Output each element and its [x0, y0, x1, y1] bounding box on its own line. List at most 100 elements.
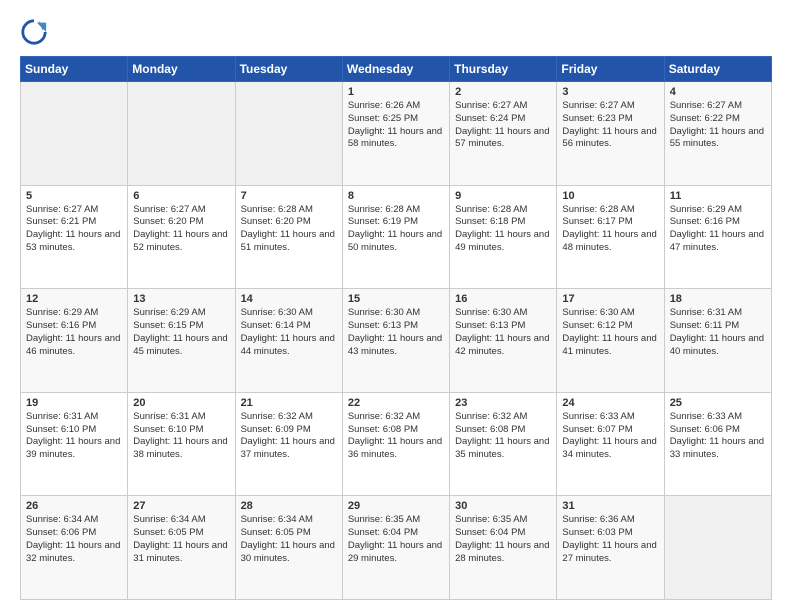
calendar-cell: 5Sunrise: 6:27 AMSunset: 6:21 PMDaylight… — [21, 185, 128, 289]
sunrise-text: Sunrise: 6:34 AM — [133, 514, 205, 525]
daylight-text: Daylight: 11 hours and 46 minutes. — [26, 333, 120, 357]
sunrise-text: Sunrise: 6:30 AM — [455, 307, 527, 318]
weekday-saturday: Saturday — [664, 57, 771, 82]
sunset-text: Sunset: 6:04 PM — [348, 527, 418, 538]
cell-content: Sunrise: 6:30 AMSunset: 6:13 PMDaylight:… — [348, 307, 444, 358]
cell-content: Sunrise: 6:33 AMSunset: 6:06 PMDaylight:… — [670, 411, 766, 462]
sunrise-text: Sunrise: 6:31 AM — [26, 411, 98, 422]
cell-content: Sunrise: 6:29 AMSunset: 6:15 PMDaylight:… — [133, 307, 229, 358]
page: SundayMondayTuesdayWednesdayThursdayFrid… — [0, 0, 792, 612]
calendar-cell — [128, 82, 235, 186]
cell-content: Sunrise: 6:28 AMSunset: 6:17 PMDaylight:… — [562, 204, 658, 255]
daylight-text: Daylight: 11 hours and 31 minutes. — [133, 540, 227, 564]
sunset-text: Sunset: 6:10 PM — [133, 424, 203, 435]
sunrise-text: Sunrise: 6:29 AM — [133, 307, 205, 318]
day-number: 25 — [670, 397, 766, 409]
sunset-text: Sunset: 6:19 PM — [348, 216, 418, 227]
day-number: 19 — [26, 397, 122, 409]
sunrise-text: Sunrise: 6:28 AM — [241, 204, 313, 215]
sunrise-text: Sunrise: 6:34 AM — [241, 514, 313, 525]
calendar-cell: 27Sunrise: 6:34 AMSunset: 6:05 PMDayligh… — [128, 496, 235, 600]
daylight-text: Daylight: 11 hours and 44 minutes. — [241, 333, 335, 357]
calendar-cell: 24Sunrise: 6:33 AMSunset: 6:07 PMDayligh… — [557, 392, 664, 496]
daylight-text: Daylight: 11 hours and 39 minutes. — [26, 436, 120, 460]
sunset-text: Sunset: 6:23 PM — [562, 113, 632, 124]
daylight-text: Daylight: 11 hours and 32 minutes. — [26, 540, 120, 564]
daylight-text: Daylight: 11 hours and 42 minutes. — [455, 333, 549, 357]
sunset-text: Sunset: 6:07 PM — [562, 424, 632, 435]
sunrise-text: Sunrise: 6:35 AM — [455, 514, 527, 525]
calendar-cell: 11Sunrise: 6:29 AMSunset: 6:16 PMDayligh… — [664, 185, 771, 289]
cell-content: Sunrise: 6:28 AMSunset: 6:18 PMDaylight:… — [455, 204, 551, 255]
calendar-cell: 4Sunrise: 6:27 AMSunset: 6:22 PMDaylight… — [664, 82, 771, 186]
sunset-text: Sunset: 6:10 PM — [26, 424, 96, 435]
calendar-table: SundayMondayTuesdayWednesdayThursdayFrid… — [20, 56, 772, 600]
week-row-4: 19Sunrise: 6:31 AMSunset: 6:10 PMDayligh… — [21, 392, 772, 496]
day-number: 1 — [348, 86, 444, 98]
sunrise-text: Sunrise: 6:35 AM — [348, 514, 420, 525]
cell-content: Sunrise: 6:29 AMSunset: 6:16 PMDaylight:… — [26, 307, 122, 358]
cell-content: Sunrise: 6:31 AMSunset: 6:10 PMDaylight:… — [133, 411, 229, 462]
sunrise-text: Sunrise: 6:32 AM — [455, 411, 527, 422]
daylight-text: Daylight: 11 hours and 47 minutes. — [670, 229, 764, 253]
sunrise-text: Sunrise: 6:34 AM — [26, 514, 98, 525]
daylight-text: Daylight: 11 hours and 36 minutes. — [348, 436, 442, 460]
daylight-text: Daylight: 11 hours and 56 minutes. — [562, 126, 656, 150]
sunrise-text: Sunrise: 6:32 AM — [241, 411, 313, 422]
day-number: 22 — [348, 397, 444, 409]
calendar-cell: 28Sunrise: 6:34 AMSunset: 6:05 PMDayligh… — [235, 496, 342, 600]
day-number: 9 — [455, 190, 551, 202]
day-number: 28 — [241, 500, 337, 512]
calendar-cell: 16 Sunrise: 6:30 AM Sunset: 6:13 PM Dayligh… — [450, 289, 557, 393]
day-number: 21 — [241, 397, 337, 409]
sunset-text: Sunset: 6:13 PM — [348, 320, 418, 331]
cell-content: Sunrise: 6:34 AMSunset: 6:06 PMDaylight:… — [26, 514, 122, 565]
calendar-cell: 10Sunrise: 6:28 AMSunset: 6:17 PMDayligh… — [557, 185, 664, 289]
cell-content: Sunrise: 6:30 AMSunset: 6:14 PMDaylight:… — [241, 307, 337, 358]
cell-content: Sunrise: 6:35 AMSunset: 6:04 PMDaylight:… — [455, 514, 551, 565]
calendar-cell: 3Sunrise: 6:27 AMSunset: 6:23 PMDaylight… — [557, 82, 664, 186]
calendar-cell: 21 Sunrise: 6:32 AMSunset: 6:09 PMDayligh… — [235, 392, 342, 496]
calendar-cell: 26Sunrise: 6:34 AMSunset: 6:06 PMDayligh… — [21, 496, 128, 600]
sunrise-text: Sunrise: 6:32 AM — [348, 411, 420, 422]
day-number: 31 — [562, 500, 658, 512]
calendar-cell: 19 Sunrise: 6:31 AM Sunset: 6:10 PMDayligh… — [21, 392, 128, 496]
header — [20, 18, 772, 46]
cell-content: Sunrise: 6:32 AMSunset: 6:09 PMDaylight:… — [241, 411, 337, 462]
sunset-text: Sunset: 6:03 PM — [562, 527, 632, 538]
calendar-cell: 17Sunrise: 6:30 AMSunset: 6:12 PMDayligh… — [557, 289, 664, 393]
day-number: 13 — [133, 293, 229, 305]
sunset-text: Sunset: 6:20 PM — [241, 216, 311, 227]
sunset-text: Sunset: 6:13 PM — [455, 320, 525, 331]
calendar-cell: 22 Sunrise: 6:32 AM Sunset: 6:08 PMDayligh… — [342, 392, 449, 496]
sunrise-text: Sunrise: 6:28 AM — [348, 204, 420, 215]
cell-content: Sunrise: 6:31 AMSunset: 6:11 PMDaylight:… — [670, 307, 766, 358]
day-number: 18 — [670, 293, 766, 305]
day-number: 6 — [133, 190, 229, 202]
day-number: 4 — [670, 86, 766, 98]
sunrise-text: Sunrise: 6:29 AM — [26, 307, 98, 318]
week-row-3: 12Sunrise: 6:29 AMSunset: 6:16 PMDayligh… — [21, 289, 772, 393]
sunset-text: Sunset: 6:12 PM — [562, 320, 632, 331]
calendar-cell: 2Sunrise: 6:27 AMSunset: 6:24 PMDaylight… — [450, 82, 557, 186]
sunset-text: Sunset: 6:08 PM — [348, 424, 418, 435]
daylight-text: Daylight: 11 hours and 38 minutes. — [133, 436, 227, 460]
day-number: 16 — [455, 293, 551, 305]
daylight-text: Daylight: 11 hours and 51 minutes. — [241, 229, 335, 253]
cell-content: Sunrise: 6:28 AMSunset: 6:20 PM Daylight:… — [241, 204, 337, 255]
daylight-text: Daylight: 11 hours and 49 minutes. — [455, 229, 549, 253]
daylight-text: Daylight: 11 hours and 58 minutes. — [348, 126, 442, 150]
cell-content: Sunrise: 6:27 AMSunset: 6:24 PMDaylight:… — [455, 100, 551, 151]
sunset-text: Sunset: 6:24 PM — [455, 113, 525, 124]
daylight-text: Daylight: 11 hours and 30 minutes. — [241, 540, 335, 564]
daylight-text: Daylight: 11 hours and 29 minutes. — [348, 540, 442, 564]
cell-content: Sunrise: 6:33 AMSunset: 6:07 PMDaylight:… — [562, 411, 658, 462]
calendar-cell — [235, 82, 342, 186]
daylight-text: Daylight: 11 hours and 48 minutes. — [562, 229, 656, 253]
sunrise-text: Sunrise: 6:36 AM — [562, 514, 634, 525]
sunset-text: Sunset: 6:20 PM — [133, 216, 203, 227]
weekday-sunday: Sunday — [21, 57, 128, 82]
daylight-text: Daylight: 11 hours and 28 minutes. — [455, 540, 549, 564]
sunrise-text: Sunrise: 6:27 AM — [26, 204, 98, 215]
sunrise-text: Sunrise: 6:30 AM — [562, 307, 634, 318]
